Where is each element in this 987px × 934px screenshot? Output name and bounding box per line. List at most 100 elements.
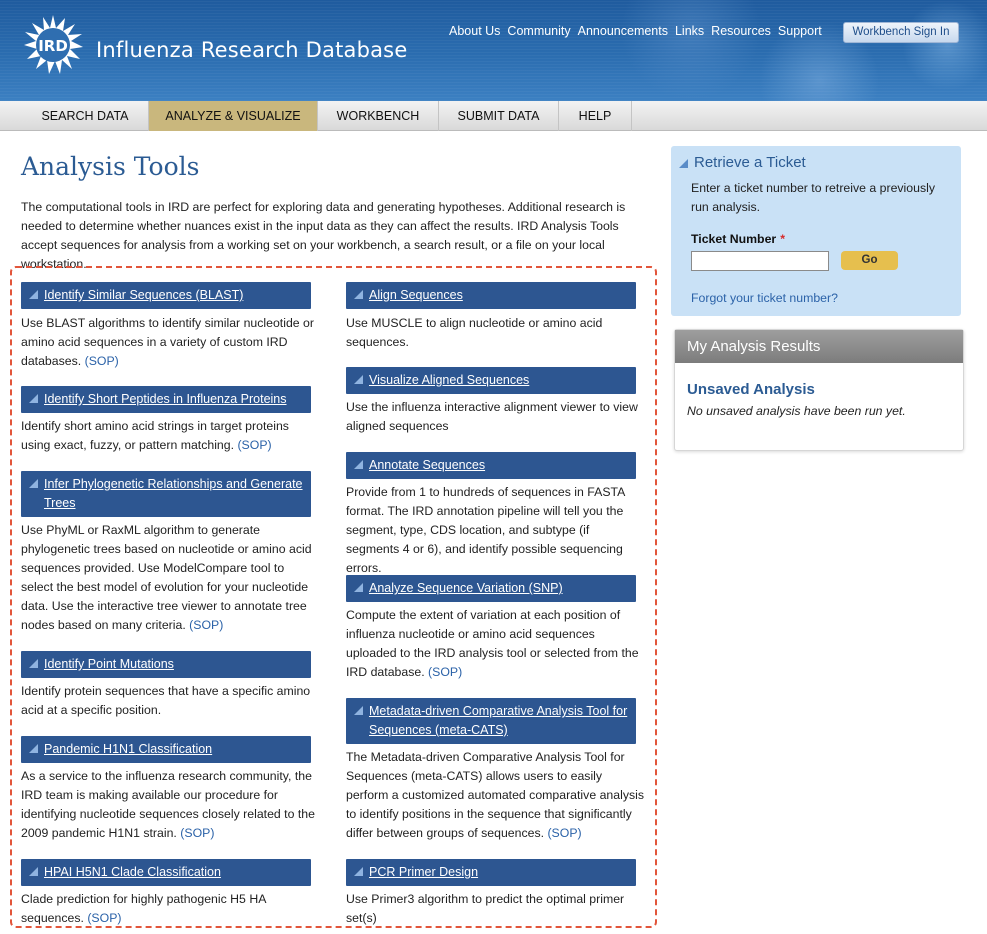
- ticket-panel-description: Enter a ticket number to retreive a prev…: [691, 181, 935, 214]
- nav-search-data[interactable]: SEARCH DATA: [22, 101, 149, 131]
- tool-description-text: Compute the extent of variation at each …: [346, 608, 639, 679]
- tool-title[interactable]: Align Sequences: [369, 288, 463, 302]
- tool-title[interactable]: HPAI H5N1 Clade Classification: [44, 865, 221, 879]
- tool-pcr-primer-link[interactable]: PCR Primer Design: [346, 859, 636, 886]
- corner-triangle-icon: [354, 290, 363, 299]
- corner-triangle-icon: [679, 159, 688, 168]
- corner-triangle-icon: [29, 744, 38, 753]
- nav-help[interactable]: HELP: [559, 101, 632, 131]
- tool-title[interactable]: Analyze Sequence Variation (SNP): [369, 581, 563, 595]
- tool-description: Identify short amino acid strings in tar…: [21, 417, 321, 455]
- tool-description-text: Identify protein sequences that have a s…: [21, 684, 311, 717]
- tool-meta-cats-link[interactable]: Metadata-driven Comparative Analysis Too…: [346, 698, 636, 744]
- corner-triangle-icon: [354, 706, 363, 715]
- go-button[interactable]: Go: [841, 251, 898, 270]
- tool-pandemic-h1n1-link[interactable]: Pandemic H1N1 Classification: [21, 736, 311, 763]
- tool-short-peptides-link[interactable]: Identify Short Peptides in Influenza Pro…: [21, 386, 311, 413]
- tool-description: Identify protein sequences that have a s…: [21, 682, 317, 720]
- page-title: Analysis Tools: [21, 152, 200, 181]
- top-links: About Us Community Announcements Links R…: [449, 24, 829, 38]
- tool-description: Provide from 1 to hundreds of sequences …: [346, 483, 646, 578]
- tool-description: Use PhyML or RaxML algorithm to generate…: [21, 521, 317, 635]
- tool-description: Use the influenza interactive alignment …: [346, 398, 642, 436]
- my-analysis-results-panel: My Analysis Results Unsaved Analysis No …: [674, 329, 964, 451]
- tool-title[interactable]: Pandemic H1N1 Classification: [44, 742, 212, 756]
- workbench-sign-in-button[interactable]: Workbench Sign In: [843, 22, 959, 43]
- top-link-about-us[interactable]: About Us: [449, 24, 500, 38]
- logo-badge-text: IRD: [38, 37, 68, 55]
- tool-description-text: The Metadata-driven Comparative Analysis…: [346, 750, 644, 840]
- tool-title[interactable]: Infer Phylogenetic Relationships and Gen…: [44, 477, 303, 510]
- ticket-number-label-text: Ticket Number: [691, 232, 777, 246]
- required-asterisk: *: [780, 232, 785, 246]
- tool-align-sequences-link[interactable]: Align Sequences: [346, 282, 636, 309]
- tool-hpai-h5n1-link[interactable]: HPAI H5N1 Clade Classification: [21, 859, 311, 886]
- tool-description: Clade prediction for highly pathogenic H…: [21, 890, 317, 928]
- tool-title[interactable]: Annotate Sequences: [369, 458, 485, 472]
- tool-title[interactable]: Identify Point Mutations: [44, 657, 174, 671]
- corner-triangle-icon: [354, 867, 363, 876]
- site-name[interactable]: Influenza Research Database: [96, 38, 407, 62]
- top-link-support[interactable]: Support: [778, 24, 822, 38]
- tool-description: Use BLAST algorithms to identify similar…: [21, 314, 317, 371]
- tool-description: Compute the extent of variation at each …: [346, 606, 646, 682]
- tool-description-text: Use PhyML or RaxML algorithm to generate…: [21, 523, 312, 632]
- unsaved-analysis-description: No unsaved analysis have been run yet.: [687, 404, 906, 418]
- ticket-number-label: Ticket Number *: [691, 232, 785, 246]
- tool-description-text: Use BLAST algorithms to identify similar…: [21, 316, 314, 368]
- tool-blast-link[interactable]: Identify Similar Sequences (BLAST): [21, 282, 311, 309]
- tool-title[interactable]: Visualize Aligned Sequences: [369, 373, 529, 387]
- retrieve-ticket-panel: Retrieve a Ticket Enter a ticket number …: [671, 146, 961, 316]
- top-link-community[interactable]: Community: [507, 24, 570, 38]
- corner-triangle-icon: [29, 290, 38, 299]
- sop-link[interactable]: (SOP): [180, 826, 214, 840]
- tool-title[interactable]: Identify Short Peptides in Influenza Pro…: [44, 392, 287, 406]
- ird-logo-icon[interactable]: IRD: [22, 14, 84, 76]
- tool-phylogenetic-trees-link[interactable]: Infer Phylogenetic Relationships and Gen…: [21, 471, 311, 517]
- tool-description-text: Use the influenza interactive alignment …: [346, 400, 638, 433]
- tool-description-text: Use MUSCLE to align nucleotide or amino …: [346, 316, 603, 349]
- nav-submit-data[interactable]: SUBMIT DATA: [439, 101, 559, 131]
- tool-description-text: Use Primer3 algorithm to predict the opt…: [346, 892, 625, 925]
- intro-text: The computational tools in IRD are perfe…: [21, 200, 626, 271]
- corner-triangle-icon: [29, 867, 38, 876]
- tool-snp-link[interactable]: Analyze Sequence Variation (SNP): [346, 575, 636, 602]
- corner-triangle-icon: [29, 479, 38, 488]
- corner-triangle-icon: [354, 583, 363, 592]
- tool-description-text: Provide from 1 to hundreds of sequences …: [346, 485, 625, 575]
- top-link-links[interactable]: Links: [675, 24, 704, 38]
- tool-description: As a service to the influenza research c…: [21, 767, 317, 843]
- top-link-announcements[interactable]: Announcements: [578, 24, 668, 38]
- corner-triangle-icon: [29, 659, 38, 668]
- ticket-number-input[interactable]: [691, 251, 829, 271]
- corner-triangle-icon: [354, 375, 363, 384]
- corner-triangle-icon: [354, 460, 363, 469]
- site-header: IRD Influenza Research Database About Us…: [0, 0, 987, 101]
- sop-link[interactable]: (SOP): [87, 911, 121, 925]
- tool-description: Use Primer3 algorithm to predict the opt…: [346, 890, 626, 928]
- ticket-panel-title: Retrieve a Ticket: [694, 154, 806, 171]
- unsaved-analysis-title: Unsaved Analysis: [687, 381, 815, 398]
- corner-triangle-icon: [29, 394, 38, 403]
- tool-title[interactable]: Identify Similar Sequences (BLAST): [44, 288, 243, 302]
- top-link-resources[interactable]: Resources: [711, 24, 771, 38]
- tool-description-text: As a service to the influenza research c…: [21, 769, 315, 840]
- tool-visualize-aligned-link[interactable]: Visualize Aligned Sequences: [346, 367, 636, 394]
- sop-link[interactable]: (SOP): [85, 354, 119, 368]
- tool-description: Use MUSCLE to align nucleotide or amino …: [346, 314, 636, 352]
- tool-title[interactable]: PCR Primer Design: [369, 865, 478, 879]
- sop-link[interactable]: (SOP): [547, 826, 581, 840]
- nav-analyze-visualize[interactable]: ANALYZE & VISUALIZE: [149, 101, 318, 131]
- sop-link[interactable]: (SOP): [237, 438, 271, 452]
- tool-title[interactable]: Metadata-driven Comparative Analysis Too…: [369, 704, 627, 737]
- sop-link[interactable]: (SOP): [428, 665, 462, 679]
- nav-workbench[interactable]: WORKBENCH: [318, 101, 439, 131]
- results-panel-header: My Analysis Results: [675, 330, 963, 363]
- forgot-ticket-link[interactable]: Forgot your ticket number?: [691, 291, 838, 305]
- sop-link[interactable]: (SOP): [189, 618, 223, 632]
- tool-point-mutations-link[interactable]: Identify Point Mutations: [21, 651, 311, 678]
- tool-description: The Metadata-driven Comparative Analysis…: [346, 748, 646, 843]
- main-nav: SEARCH DATA ANALYZE & VISUALIZE WORKBENC…: [0, 101, 987, 131]
- tool-description-text: Clade prediction for highly pathogenic H…: [21, 892, 266, 925]
- tool-annotate-sequences-link[interactable]: Annotate Sequences: [346, 452, 636, 479]
